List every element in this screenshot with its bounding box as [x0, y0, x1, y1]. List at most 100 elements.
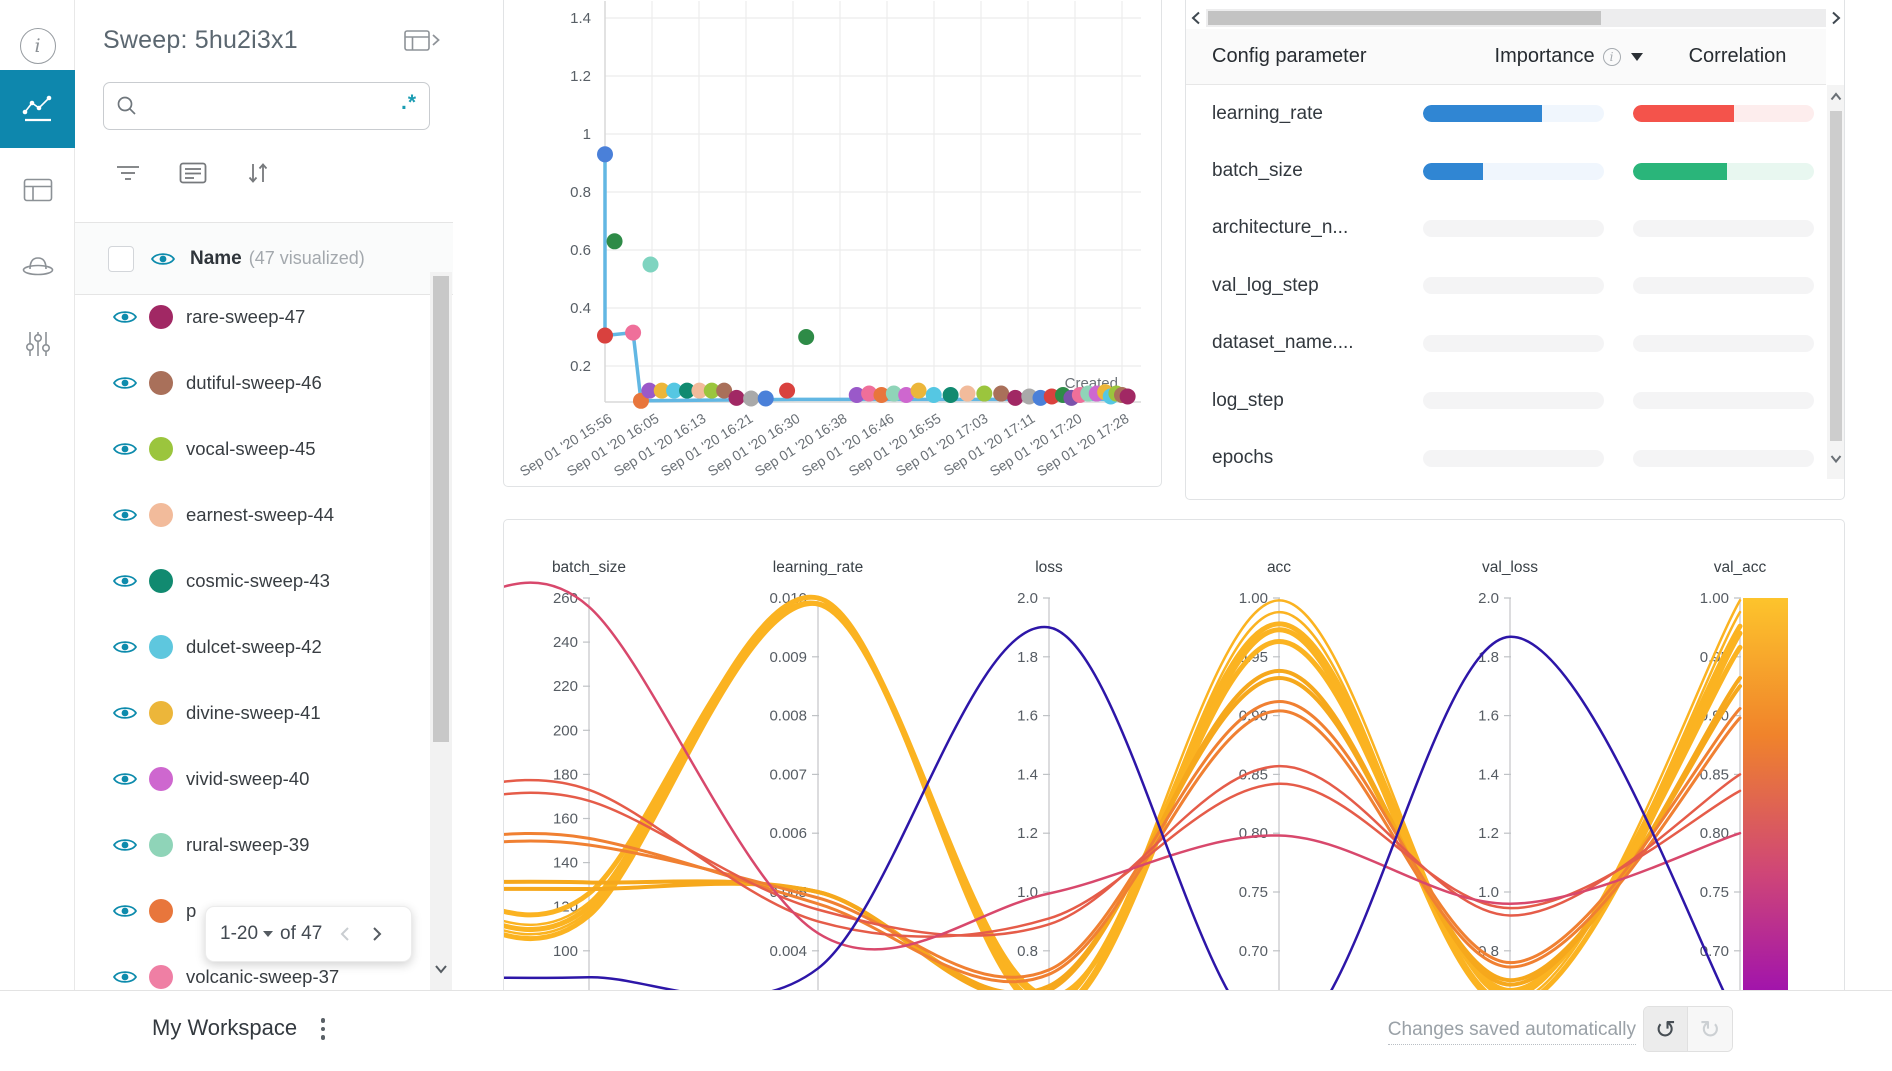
sort-arrows-icon	[245, 161, 271, 185]
svg-text:0.8: 0.8	[570, 184, 591, 201]
redo-button[interactable]: ↻	[1688, 1007, 1732, 1051]
vscroll-up-button[interactable]	[1827, 89, 1845, 105]
workspace-selector[interactable]: My Workspace	[152, 1015, 297, 1041]
toggle-all-visibility-button[interactable]	[150, 250, 176, 268]
controls-nav-button[interactable]	[0, 312, 75, 376]
info-nav-button[interactable]: i	[0, 14, 75, 78]
scroll-down-button[interactable]	[433, 962, 449, 981]
sweep-title: Sweep: 5hu2i3x1	[103, 26, 298, 55]
page-range-dropdown[interactable]: 1-20	[220, 923, 273, 945]
run-visibility-toggle[interactable]	[112, 308, 138, 326]
svg-text:1.4: 1.4	[570, 10, 591, 27]
run-row[interactable]: rural-sweep-39	[75, 812, 453, 878]
workspace-footer: My Workspace Changes saved automatically…	[0, 990, 1892, 1071]
run-name: rare-sweep-47	[186, 306, 305, 328]
next-page-button[interactable]	[368, 924, 386, 944]
parallel-coordinates-panel: batch_size260240220200180160140120100lea…	[503, 519, 1845, 1011]
correlation-bar	[1633, 277, 1814, 294]
run-row[interactable]: cosmic-sweep-43	[75, 548, 453, 614]
undo-button[interactable]: ↺	[1644, 1007, 1688, 1051]
table-icon	[23, 178, 53, 202]
importance-column-header[interactable]: Importance i	[1495, 45, 1643, 68]
run-visibility-toggle[interactable]	[112, 440, 138, 458]
importance-table-header: Config parameter Importance i Correlatio…	[1186, 29, 1826, 85]
search-input[interactable]	[148, 96, 401, 116]
svg-text:160: 160	[553, 811, 578, 828]
parallel-coordinates-chart: batch_size260240220200180160140120100lea…	[504, 520, 1844, 1010]
run-name: divine-sweep-41	[186, 702, 321, 724]
importance-bar	[1423, 450, 1604, 467]
run-visibility-toggle[interactable]	[112, 704, 138, 722]
importance-table-row: epochs	[1186, 429, 1826, 486]
hscroll-left-button[interactable]	[1188, 7, 1204, 29]
run-visibility-toggle[interactable]	[112, 836, 138, 854]
run-visibility-toggle[interactable]	[112, 968, 138, 986]
hscroll-right-button[interactable]	[1828, 7, 1844, 29]
run-visibility-toggle[interactable]	[112, 506, 138, 524]
sliders-icon	[25, 330, 51, 358]
config-parameter-name: dataset_name....	[1212, 332, 1397, 354]
workspace-menu-button[interactable]	[312, 1009, 334, 1049]
config-parameter-name: val_log_step	[1212, 275, 1397, 297]
run-row[interactable]: dulcet-sweep-42	[75, 614, 453, 680]
vscroll-down-button[interactable]	[1827, 451, 1845, 467]
run-visibility-toggle[interactable]	[112, 572, 138, 590]
svg-text:0.70: 0.70	[1239, 943, 1268, 960]
svg-text:learning_rate: learning_rate	[773, 559, 863, 576]
list-settings-icon	[179, 162, 207, 184]
run-name: vocal-sweep-45	[186, 438, 316, 460]
config-parameter-name: log_step	[1212, 390, 1397, 412]
run-row[interactable]: dutiful-sweep-46	[75, 350, 453, 416]
svg-text:1.6: 1.6	[1017, 708, 1038, 725]
svg-text:0.006: 0.006	[769, 825, 807, 842]
sweep-table-button[interactable]	[404, 30, 441, 51]
svg-text:0.8: 0.8	[1017, 943, 1038, 960]
runs-sidebar: Sweep: 5hu2i3x1 .*	[75, 0, 453, 990]
svg-text:1.00: 1.00	[1700, 590, 1729, 607]
importance-table-row: batch_size	[1186, 142, 1826, 199]
run-visibility-toggle[interactable]	[112, 374, 138, 392]
run-visibility-toggle[interactable]	[112, 770, 138, 788]
svg-text:1.8: 1.8	[1478, 649, 1499, 666]
horizontal-scrollbar[interactable]	[1206, 9, 1826, 27]
chevron-left-icon	[336, 924, 354, 944]
horizontal-scrollbar-thumb[interactable]	[1208, 11, 1601, 25]
run-visibility-toggle[interactable]	[112, 902, 138, 920]
panels-nav-button[interactable]	[0, 158, 75, 222]
run-row[interactable]: vocal-sweep-45	[75, 416, 453, 482]
vertical-scrollbar[interactable]	[1827, 85, 1845, 479]
svg-text:220: 220	[553, 678, 578, 695]
sweep-nav-button[interactable]	[0, 234, 75, 298]
pagination-popup: 1-20 of 47	[205, 906, 412, 962]
filter-button[interactable]	[115, 158, 141, 188]
correlation-bar	[1633, 105, 1814, 122]
run-name: volcanic-sweep-37	[186, 966, 339, 988]
run-row[interactable]: divine-sweep-41	[75, 680, 453, 746]
sidebar-scrollbar-thumb[interactable]	[433, 276, 449, 742]
importance-bar	[1423, 335, 1604, 352]
config-parameter-name: batch_size	[1212, 160, 1397, 182]
regex-toggle[interactable]: .*	[401, 91, 417, 121]
prev-page-button[interactable]	[336, 924, 354, 944]
svg-text:0.008: 0.008	[769, 708, 807, 725]
svg-text:1.0: 1.0	[1478, 884, 1499, 901]
vertical-scrollbar-thumb[interactable]	[1830, 111, 1842, 441]
run-name: dulcet-sweep-42	[186, 636, 322, 658]
caret-down-icon	[263, 931, 273, 937]
sidebar-scrollbar[interactable]	[430, 272, 452, 990]
select-all-checkbox[interactable]	[108, 246, 134, 272]
svg-text:1.2: 1.2	[1478, 825, 1499, 842]
svg-text:240: 240	[553, 634, 578, 651]
correlation-bar	[1633, 450, 1814, 467]
run-row[interactable]: vivid-sweep-40	[75, 746, 453, 812]
run-search-box: .*	[103, 82, 430, 130]
sort-button[interactable]	[245, 158, 271, 188]
run-row[interactable]: earnest-sweep-44	[75, 482, 453, 548]
left-nav-rail: i	[0, 0, 75, 1071]
run-visibility-toggle[interactable]	[112, 638, 138, 656]
run-color-dot	[149, 437, 173, 461]
info-icon: i	[1603, 48, 1621, 66]
display-options-button[interactable]	[179, 158, 207, 188]
run-color-dot	[149, 899, 173, 923]
charts-nav-button[interactable]	[0, 70, 75, 148]
